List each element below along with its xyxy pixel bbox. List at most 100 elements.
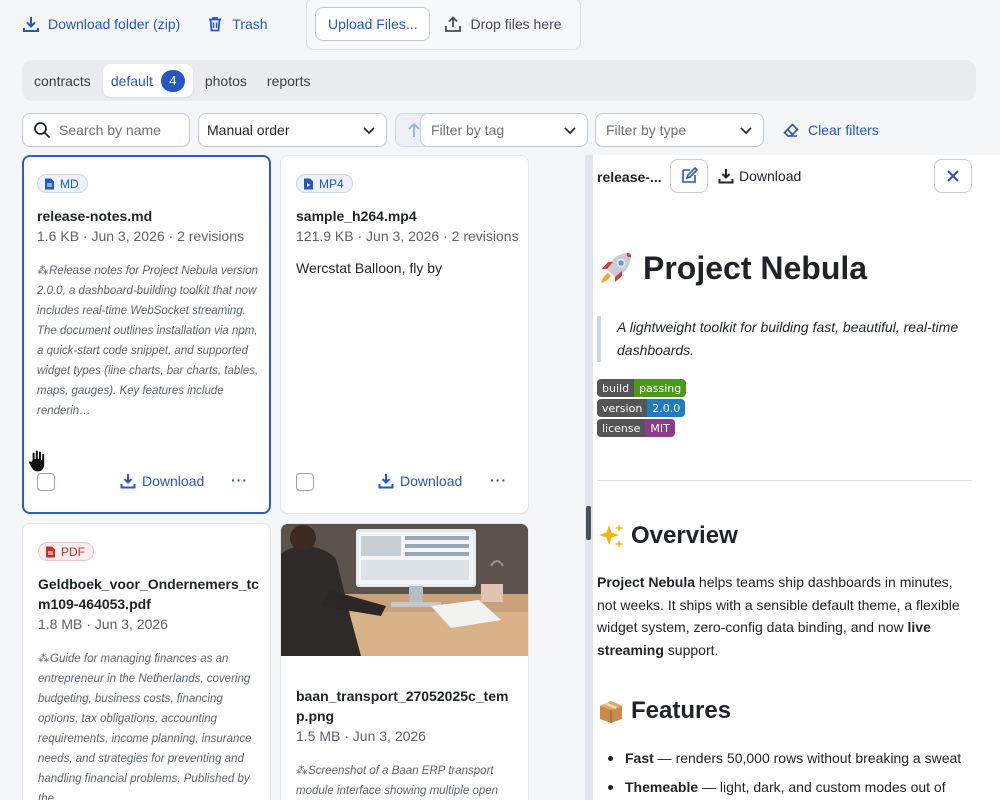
sparkle-icon: ⁂ xyxy=(296,765,308,777)
edit-icon xyxy=(682,167,698,183)
file-meta: 1.8 MB · Jun 3, 2026 xyxy=(38,616,168,632)
build-badge: build passing xyxy=(597,379,687,397)
horizontal-rule xyxy=(597,480,972,481)
badge-value: passing xyxy=(634,379,687,397)
file-name: Geldboek_voor_Ondernemers_tcm109-464053.… xyxy=(38,576,259,612)
download-button[interactable]: Download xyxy=(120,473,204,489)
download-folder-button[interactable]: Download folder (zip) xyxy=(22,15,180,33)
upload-icon xyxy=(445,16,462,32)
file-card-release-notes[interactable]: MD release-notes.md 1.6 KB · Jun 3, 2026… xyxy=(22,155,271,514)
sparkle-icon: ⁂ xyxy=(38,653,50,665)
list-item-text: — light, dark, and custom modes out of xyxy=(698,779,946,795)
badge-list: build passing version 2.0.0 license MIT xyxy=(597,379,687,439)
download-icon xyxy=(378,474,394,489)
folder-tabs: contracts default 4 photos reports xyxy=(22,60,976,101)
ai-summary: ⁂Release notes for Project Nebula versio… xyxy=(37,261,259,421)
rocket-icon xyxy=(601,253,631,283)
file-card-sample-video[interactable]: MP4 sample_h264.mp4 121.9 KB · Jun 3, 20… xyxy=(280,155,529,514)
preview-download-label: Download xyxy=(739,168,802,184)
tab-label: reports xyxy=(266,72,311,89)
badge-label: build xyxy=(597,379,635,397)
preview-pane: release-... Download Project Nebula A li… xyxy=(593,155,1000,800)
ai-summary-text: Screenshot of a Baan ERP transport modul… xyxy=(296,765,499,797)
download-button[interactable]: Download xyxy=(378,473,462,489)
tab-count-badge: 4 xyxy=(160,69,185,92)
download-icon xyxy=(120,474,136,489)
toolbar: Download folder (zip) Trash xyxy=(22,0,268,48)
type-filter-select[interactable]: Filter by type xyxy=(595,113,764,147)
search-icon xyxy=(34,122,51,139)
file-name: baan_transport_27052025c_temp.png xyxy=(296,688,509,724)
tab-label: default xyxy=(110,72,153,89)
search-input[interactable]: Search by name xyxy=(22,113,190,147)
tab-contracts[interactable]: contracts xyxy=(26,64,99,97)
more-options-button[interactable]: ··· xyxy=(490,472,507,488)
select-checkbox[interactable] xyxy=(37,473,55,491)
file-meta: 1.5 MB · Jun 3, 2026 xyxy=(296,728,426,744)
ai-summary-text: Release notes for Project Nebula version… xyxy=(37,265,259,417)
tab-label: photos xyxy=(204,72,247,89)
bold-text: Project Nebula xyxy=(597,574,696,590)
file-card-baan-screenshot[interactable]: baan_transport_27052025c_temp.png 1.5 MB… xyxy=(280,523,529,800)
file-type-badge: MD xyxy=(37,174,88,193)
clear-filters-button[interactable]: Clear filters xyxy=(782,121,879,139)
ai-summary: ⁂Screenshot of a Baan ERP transport modu… xyxy=(296,761,518,800)
tag-filter-select[interactable]: Filter by tag xyxy=(420,113,588,147)
features-list: Fast — renders 50,000 rows without break… xyxy=(597,747,977,800)
chevron-down-icon xyxy=(564,127,576,135)
file-content-preview: Wercstat Balloon, fly by xyxy=(296,260,443,276)
file-card-geldboek-pdf[interactable]: PDF Geldboek_voor_Ondernemers_tcm109-464… xyxy=(22,523,271,800)
chevron-down-icon xyxy=(740,127,752,135)
heading-text: Overview xyxy=(631,522,738,549)
pane-divider[interactable] xyxy=(585,155,593,800)
badge-value: MIT xyxy=(645,419,675,437)
markdown-heading-features: Features xyxy=(597,697,731,725)
tab-label: contracts xyxy=(34,72,91,89)
file-type-label: MD xyxy=(60,176,79,191)
preview-file-title: release-... xyxy=(597,169,662,185)
edit-button[interactable] xyxy=(670,159,708,193)
close-preview-button[interactable] xyxy=(934,159,972,193)
close-icon xyxy=(947,170,959,182)
heading-text: Project Nebula xyxy=(643,249,868,286)
file-meta: 121.9 KB · Jun 3, 2026 · 2 revisions xyxy=(296,228,519,244)
trash-button[interactable]: Trash xyxy=(206,15,268,33)
order-value: Manual order xyxy=(207,122,290,138)
trash-icon xyxy=(209,17,222,32)
ai-summary-text: Guide for managing finances as an entrep… xyxy=(38,653,252,800)
preview-download-button[interactable]: Download xyxy=(718,168,801,184)
clear-filters-label: Clear filters xyxy=(808,122,879,138)
more-options-button[interactable]: ··· xyxy=(231,472,248,488)
resize-handle[interactable] xyxy=(586,506,591,540)
sparkles-icon xyxy=(599,524,623,548)
file-name: release-notes.md xyxy=(37,208,153,224)
download-icon xyxy=(23,17,39,32)
license-badge: license MIT xyxy=(597,419,675,437)
markdown-blockquote: A lightweight toolkit for building fast,… xyxy=(597,316,962,362)
sparkle-icon: ⁂ xyxy=(37,265,49,277)
download-label: Download xyxy=(142,473,205,489)
search-placeholder: Search by name xyxy=(59,122,161,138)
markdown-heading-overview: Overview xyxy=(597,522,738,550)
download-label: Download xyxy=(400,473,463,489)
tab-photos[interactable]: photos xyxy=(197,64,255,97)
tab-default[interactable]: default 4 xyxy=(102,64,193,97)
download-folder-label: Download folder (zip) xyxy=(48,16,181,32)
ai-summary: ⁂Guide for managing finances as an entre… xyxy=(38,649,260,800)
image-thumbnail xyxy=(281,524,528,656)
heading-text: Features xyxy=(631,697,732,724)
video-file-icon xyxy=(304,178,313,189)
tab-reports[interactable]: reports xyxy=(259,64,319,97)
markdown-heading-1: Project Nebula xyxy=(597,249,867,287)
file-type-label: MP4 xyxy=(319,176,344,191)
order-select[interactable]: Manual order xyxy=(198,113,387,147)
upload-dropzone[interactable]: Upload Files... Drop files here xyxy=(306,0,581,50)
drop-files-label: Drop files here xyxy=(444,15,562,33)
filter-bar: Search by name Manual order Filter by ta… xyxy=(22,113,902,147)
select-checkbox[interactable] xyxy=(296,473,314,491)
package-icon xyxy=(600,701,622,723)
overview-paragraph: Project Nebula helps teams ship dashboar… xyxy=(597,571,967,661)
preview-header: release-... xyxy=(597,159,662,195)
list-item: Fast — renders 50,000 rows without break… xyxy=(597,747,977,769)
upload-files-button[interactable]: Upload Files... xyxy=(315,7,431,41)
